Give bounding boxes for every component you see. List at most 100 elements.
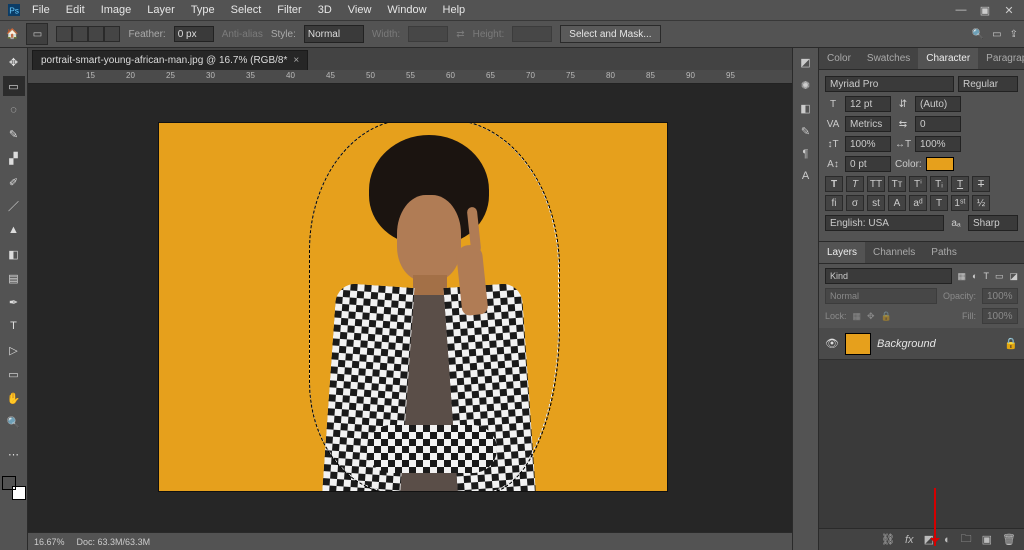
canvas-stage[interactable] xyxy=(28,84,792,532)
glyphs-panel-icon[interactable]: A xyxy=(802,170,809,182)
lock-all-icon[interactable]: 🔒 xyxy=(881,311,892,322)
styles-panel-icon[interactable]: ◧ xyxy=(800,102,810,115)
superscript-toggle[interactable]: Tⁱ xyxy=(909,176,927,192)
selection-intersect[interactable] xyxy=(104,26,120,42)
oldstyle-toggle[interactable]: σ xyxy=(846,195,864,211)
ordinals-toggle[interactable]: aᵈ xyxy=(909,195,927,211)
minimize-icon[interactable]: — xyxy=(952,3,970,17)
clone-tool[interactable]: ▲ xyxy=(3,220,25,240)
layer-name[interactable]: Background xyxy=(877,338,936,350)
menu-image[interactable]: Image xyxy=(93,4,140,16)
new-layer-icon[interactable]: ▣ xyxy=(982,533,992,546)
selection-add[interactable] xyxy=(72,26,88,42)
eyedropper-tool[interactable]: ✐ xyxy=(3,172,25,192)
zoom-readout[interactable]: 16.67% xyxy=(34,537,65,547)
half-toggle[interactable]: ½ xyxy=(972,195,990,211)
move-tool[interactable]: ✥ xyxy=(3,52,25,72)
brush-tool[interactable]: ／ xyxy=(3,196,25,216)
kerning-dropdown[interactable]: Metrics xyxy=(845,116,891,132)
document-tab-close-icon[interactable]: × xyxy=(293,55,299,66)
feather-input[interactable] xyxy=(174,26,214,42)
adjustment-layer-icon[interactable]: ◐ xyxy=(944,534,951,546)
pen-tool[interactable]: ✒ xyxy=(3,292,25,312)
fill-input[interactable]: 100% xyxy=(982,308,1018,324)
ps-logo[interactable]: Ps xyxy=(4,1,24,19)
new-group-icon[interactable]: 🗀 xyxy=(961,530,972,549)
language-dropdown[interactable]: English: USA xyxy=(825,215,944,231)
panel-tab-swatches[interactable]: Swatches xyxy=(859,48,918,69)
menu-file[interactable]: File xyxy=(24,4,58,16)
menu-select[interactable]: Select xyxy=(223,4,270,16)
antialias-dropdown[interactable]: Sharp xyxy=(968,215,1018,231)
hscale-input[interactable]: 100% xyxy=(915,136,961,152)
selection-subtract[interactable] xyxy=(88,26,104,42)
eraser-tool[interactable]: ◧ xyxy=(3,244,25,264)
panel-tab-paragraph[interactable]: Paragraph xyxy=(978,48,1024,69)
tracking-input[interactable]: 0 xyxy=(915,116,961,132)
quick-select-tool[interactable]: ✎ xyxy=(3,124,25,144)
italic-toggle[interactable]: T xyxy=(846,176,864,192)
filter-smart-icon[interactable]: ◪ xyxy=(1009,271,1018,282)
visibility-icon[interactable]: 👁 xyxy=(825,337,839,350)
link-layers-icon[interactable]: ⛓ xyxy=(881,533,895,546)
font-style-dropdown[interactable]: Regular xyxy=(958,76,1018,92)
style-dropdown[interactable]: Normal xyxy=(304,25,364,43)
filter-pixel-icon[interactable]: ▦ xyxy=(958,271,967,282)
filter-shape-icon[interactable]: ▭ xyxy=(995,271,1004,282)
selection-new[interactable] xyxy=(56,26,72,42)
menu-layer[interactable]: Layer xyxy=(139,4,183,16)
bold-toggle[interactable]: T xyxy=(825,176,843,192)
lock-position-icon[interactable]: ✥ xyxy=(867,311,875,322)
crop-tool[interactable]: ▞ xyxy=(3,148,25,168)
menu-filter[interactable]: Filter xyxy=(269,4,309,16)
history-panel-icon[interactable]: ◩ xyxy=(800,56,810,69)
delete-layer-icon[interactable]: 🗑 xyxy=(1002,533,1016,546)
layer-style-icon[interactable]: fx xyxy=(905,534,914,546)
foreground-color-swatch[interactable] xyxy=(2,476,16,490)
lock-pixels-icon[interactable]: ▦ xyxy=(853,311,862,322)
docsize-readout[interactable]: Doc: 63.3M/63.3M xyxy=(77,537,151,547)
path-tool[interactable]: ▷ xyxy=(3,340,25,360)
filter-adjust-icon[interactable]: ◐ xyxy=(972,271,977,281)
text-color-swatch[interactable] xyxy=(926,157,954,171)
shape-tool[interactable]: ▭ xyxy=(3,364,25,384)
menu-type[interactable]: Type xyxy=(183,4,223,16)
menu-window[interactable]: Window xyxy=(379,4,434,16)
layer-row[interactable]: 👁 Background 🔒 xyxy=(819,328,1024,360)
color-swatches[interactable] xyxy=(2,476,26,500)
leading-input[interactable]: (Auto) xyxy=(915,96,961,112)
hand-tool[interactable]: ✋ xyxy=(3,388,25,408)
share-icon[interactable]: ⇪ xyxy=(1010,29,1018,40)
select-and-mask-button[interactable]: Select and Mask... xyxy=(560,25,660,43)
panel-tab-character[interactable]: Character xyxy=(918,48,978,69)
lasso-tool[interactable]: ◌ xyxy=(3,100,25,120)
restore-icon[interactable]: ▣ xyxy=(976,3,994,17)
current-tool-icon[interactable]: ▭ xyxy=(26,23,48,45)
titling-toggle[interactable]: A xyxy=(888,195,906,211)
layer-filter-dropdown[interactable]: Kind xyxy=(825,268,952,284)
adjustments-panel-icon[interactable]: ✺ xyxy=(801,79,810,92)
panel-tab-channels[interactable]: Channels xyxy=(865,242,923,263)
type-tool[interactable]: T xyxy=(3,316,25,336)
home-icon[interactable]: 🏠 xyxy=(6,29,18,40)
font-family-dropdown[interactable]: Myriad Pro xyxy=(825,76,954,92)
menu-edit[interactable]: Edit xyxy=(58,4,93,16)
smallcaps-toggle[interactable]: Tᴛ xyxy=(888,176,906,192)
panel-tab-layers[interactable]: Layers xyxy=(819,242,865,263)
brushes-panel-icon[interactable]: ✎ xyxy=(801,125,810,138)
panel-tab-color[interactable]: Color xyxy=(819,48,859,69)
blend-mode-dropdown[interactable]: Normal xyxy=(825,288,937,304)
layer-thumbnail[interactable] xyxy=(845,333,871,355)
search-icon[interactable]: 🔍 xyxy=(972,29,984,40)
panel-tab-paths[interactable]: Paths xyxy=(923,242,965,263)
strike-toggle[interactable]: T xyxy=(972,176,990,192)
font-size-input[interactable]: 12 pt xyxy=(845,96,891,112)
gradient-tool[interactable]: ▤ xyxy=(3,268,25,288)
zoom-tool[interactable]: 🔍 xyxy=(3,412,25,432)
document-tab[interactable]: portrait-smart-young-african-man.jpg @ 1… xyxy=(32,50,308,70)
filter-type-icon[interactable]: T xyxy=(983,271,989,281)
marquee-tool[interactable]: ▭ xyxy=(3,76,25,96)
baseline-input[interactable]: 0 pt xyxy=(845,156,891,172)
underline-toggle[interactable]: T xyxy=(951,176,969,192)
fractions-toggle[interactable]: T xyxy=(930,195,948,211)
